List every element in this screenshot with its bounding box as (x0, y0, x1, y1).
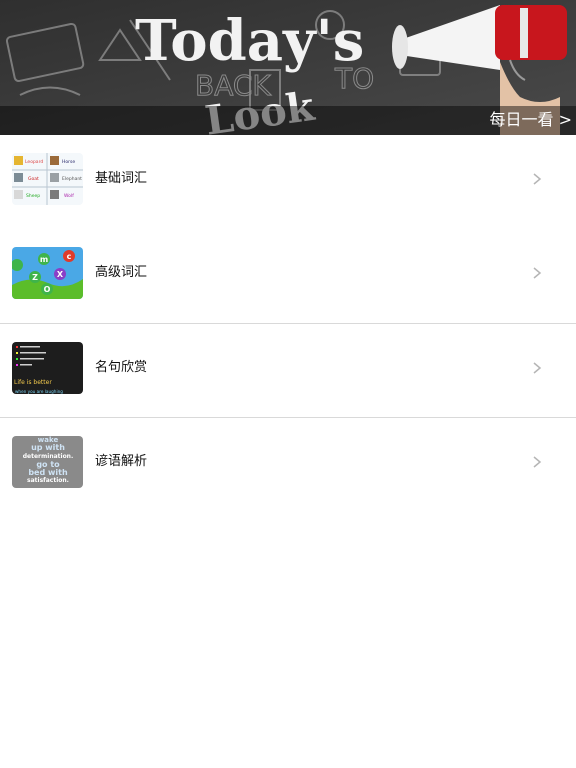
daily-look-link[interactable]: 每日一看 > (490, 108, 573, 132)
chevron-right-icon (533, 267, 542, 279)
todays-look-banner[interactable]: Today's Look BACK TO 每日一看 > (0, 0, 576, 135)
thumb-word: Leopard (25, 159, 43, 165)
chevron-right-icon (533, 456, 542, 468)
thumb-word: Life is better (14, 379, 52, 386)
famous-quotes-thumbnail: Life is better when you are laughing (12, 342, 83, 394)
thumb-word: satisfaction. (27, 477, 69, 484)
proverb-analysis-thumbnail: wake up with determination. go to bed wi… (12, 436, 83, 488)
to-chalk-text: TO (334, 62, 374, 95)
thumb-letter: Z (32, 273, 38, 282)
thumb-word: when you are laughing (15, 389, 63, 394)
todays-chalk-text: Today's (135, 8, 364, 74)
thumb-word: determination. (23, 453, 74, 460)
menu-item-label: 名句欣赏 (95, 360, 148, 375)
thumb-letter: X (57, 270, 64, 279)
thumb-word: bed with (28, 468, 68, 477)
advanced-vocabulary-thumbnail: m c Z X O (12, 247, 83, 299)
thumb-letter: m (40, 255, 48, 264)
basic-vocabulary-thumbnail: Leopard Horse Goat Elephant Sheep Wolf (12, 153, 83, 205)
thumb-letter: O (44, 285, 51, 294)
chevron-right-icon (533, 362, 542, 374)
thumb-word: Sheep (26, 193, 40, 199)
chevron-right-icon (533, 173, 542, 185)
menu-item-basic-vocabulary[interactable]: Leopard Horse Goat Elephant Sheep Wolf 基… (0, 135, 576, 229)
menu-item-label: 谚语解析 (95, 454, 148, 469)
vocabulary-menu-list: Leopard Horse Goat Elephant Sheep Wolf 基… (0, 135, 576, 511)
thumb-word: up with (31, 443, 65, 452)
thumb-word: Horse (62, 159, 75, 165)
back-chalk-text: BACK (195, 69, 271, 102)
thumb-letter: c (67, 252, 72, 261)
thumb-word: Elephant (62, 176, 82, 182)
thumb-word: Goat (28, 176, 39, 182)
menu-item-advanced-vocabulary[interactable]: m c Z X O 高级词汇 (0, 229, 576, 323)
menu-item-label: 高级词汇 (95, 265, 148, 280)
menu-item-proverb-analysis[interactable]: wake up with determination. go to bed wi… (0, 417, 576, 511)
menu-item-label: 基础词汇 (95, 171, 148, 186)
thumb-word: Wolf (64, 193, 74, 199)
menu-item-famous-quotes[interactable]: Life is better when you are laughing 名句欣… (0, 323, 576, 417)
